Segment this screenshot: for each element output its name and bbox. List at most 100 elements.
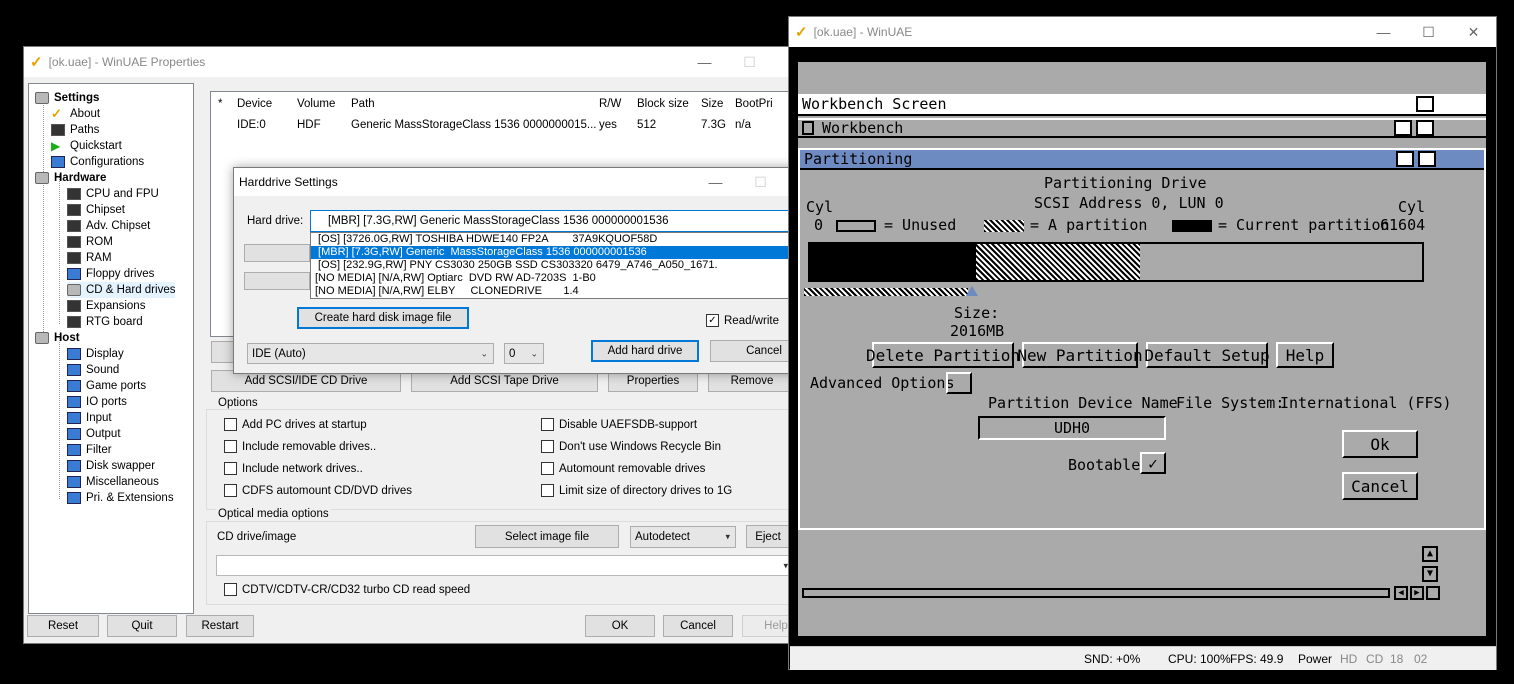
bootable-checkbox[interactable]: ✓ — [1140, 452, 1166, 474]
default-setup-button[interactable]: Default Setup — [1144, 342, 1270, 368]
cd-image-path[interactable]: ▾ — [216, 555, 794, 576]
table-cell[interactable]: Generic MassStorageClass 1536 0000000015… — [351, 119, 597, 131]
part-zoom-gadget[interactable] — [1396, 151, 1414, 167]
option-checkbox-left[interactable]: CDFS automount CD/DVD drives — [224, 484, 412, 497]
hard-drive-dropdown[interactable]: [OS] [3726.0G,RW] TOSHIBA HDWE140 FP2A 3… — [310, 232, 818, 299]
tree-item-paths[interactable]: Paths — [51, 122, 99, 138]
partition-bar[interactable] — [808, 242, 1424, 282]
tree-item-game-ports[interactable]: Game ports — [67, 378, 146, 394]
tree-item-rom[interactable]: ROM — [67, 234, 113, 250]
amiga-cancel-button[interactable]: Cancel — [1342, 472, 1418, 500]
reset-button[interactable]: Reset — [27, 615, 99, 637]
tree-item-floppy-drives[interactable]: Floppy drives — [67, 266, 154, 282]
table-cell[interactable]: 512 — [637, 119, 656, 131]
tree-item-io-ports[interactable]: IO ports — [67, 394, 127, 410]
amiga-ok-button[interactable]: Ok — [1342, 430, 1418, 458]
hard-drive-option[interactable]: [NO MEDIA] [N/A,RW] ELBY CLONEDRIVE 1.4 — [311, 285, 817, 298]
column-header[interactable]: BootPri — [735, 98, 773, 110]
option-checkbox-left[interactable]: Add PC drives at startup — [224, 418, 367, 431]
option-checkbox-left[interactable]: Include network drives.. — [224, 462, 363, 475]
part-depth-gadget[interactable] — [1418, 151, 1436, 167]
winuae-maximize-button[interactable]: ☐ — [1406, 17, 1451, 47]
new-partition-button[interactable]: New Partition — [1017, 342, 1143, 368]
tree-item-output[interactable]: Output — [67, 426, 121, 442]
ok-button[interactable]: OK — [585, 615, 655, 637]
option-checkbox-left[interactable]: Include removable drives.. — [224, 440, 376, 453]
table-cell[interactable]: IDE:0 — [237, 119, 266, 131]
column-header[interactable]: Size — [701, 98, 723, 110]
delete-partition-button[interactable]: Delete Partition — [866, 342, 1020, 368]
device-name-field[interactable]: UDH0 — [978, 416, 1166, 440]
wb-zoom-gadget[interactable] — [1394, 120, 1412, 136]
tree-item-pri-extensions[interactable]: Pri. & Extensions — [67, 490, 174, 506]
wb-size-gadget-icon[interactable] — [1426, 586, 1440, 600]
minimize-button[interactable]: — — [682, 47, 727, 77]
create-image-button[interactable]: Create hard disk image file — [297, 307, 469, 329]
tree-item-filter[interactable]: Filter — [67, 442, 112, 458]
wb-hscroll[interactable] — [802, 588, 1390, 598]
tree-item-adv-chipset[interactable]: Adv. Chipset — [67, 218, 150, 234]
option-checkbox-right[interactable]: Disable UAEFSDB-support — [541, 418, 697, 431]
option-checkbox-right[interactable]: Automount removable drives — [541, 462, 705, 475]
tree-item-display[interactable]: Display — [67, 346, 124, 362]
tree-item-rtg-board[interactable]: RTG board — [67, 314, 143, 330]
tree-item-expansions[interactable]: Expansions — [67, 298, 145, 314]
close-gadget-icon[interactable] — [802, 121, 814, 135]
tree-item-cpu-and-fpu[interactable]: CPU and FPU — [67, 186, 159, 202]
read-write-checkbox[interactable]: ✓ Read/write — [706, 314, 779, 327]
wb-scroll-left-icon[interactable]: ◀ — [1394, 586, 1408, 600]
select-image-button[interactable]: Select image file — [475, 525, 619, 548]
column-header[interactable]: Device — [237, 98, 272, 110]
tree-item-disk-swapper[interactable]: Disk swapper — [67, 458, 155, 474]
tree-item-about[interactable]: ✓ About — [51, 106, 100, 122]
hard-drive-option[interactable]: [OS] [232.9G,RW] PNY CS3030 250GB SSD CS… — [311, 259, 817, 272]
column-header[interactable]: Block size — [637, 98, 689, 110]
hard-drive-option[interactable]: [MBR] [7.3G,RW] Generic MassStorageClass… — [311, 246, 817, 259]
column-header[interactable]: R/W — [599, 98, 621, 110]
hard-drive-select[interactable]: [MBR] [7.3G,RW] Generic MassStorageClass… — [310, 210, 818, 232]
tree-item-chipset[interactable]: Chipset — [67, 202, 125, 218]
cancel-button[interactable]: Cancel — [663, 615, 733, 637]
cdtv-speed-checkbox[interactable]: CDTV/CDTV-CR/CD32 turbo CD read speed — [224, 583, 470, 596]
help-button-amiga[interactable]: Help — [1276, 342, 1334, 368]
tree-item-quickstart[interactable]: ▶ Quickstart — [51, 138, 122, 154]
quit-button[interactable]: Quit — [107, 615, 177, 637]
eject-button[interactable]: Eject — [746, 525, 790, 548]
partition-slider-handle-icon[interactable] — [966, 286, 978, 296]
wb-scroll-down-icon[interactable]: ▼ — [1422, 566, 1438, 582]
wb-scroll-up-icon[interactable]: ▲ — [1422, 546, 1438, 562]
column-header[interactable]: Path — [351, 98, 375, 110]
current-partition-block[interactable] — [810, 244, 976, 280]
tree-item-hardware[interactable]: Hardware — [35, 170, 106, 186]
column-header[interactable]: * — [218, 98, 222, 110]
wb-scroll-right-icon[interactable]: ▶ — [1410, 586, 1424, 600]
dialog-minimize-button[interactable]: — — [693, 167, 738, 197]
tree-item-cd-hard-drives[interactable]: CD & Hard drives — [67, 282, 176, 298]
amiga-display[interactable]: Workbench Screen Workbench Partitioning … — [790, 48, 1496, 646]
winuae-minimize-button[interactable]: — — [1361, 17, 1406, 47]
tree-item-sound[interactable]: Sound — [67, 362, 119, 378]
table-cell[interactable]: 7.3G — [701, 119, 726, 131]
hard-drive-option[interactable]: [OS] [3726.0G,RW] TOSHIBA HDWE140 FP2A 3… — [311, 233, 817, 246]
tree-item-host[interactable]: Host — [35, 330, 80, 346]
table-cell[interactable]: yes — [599, 119, 617, 131]
tree-item-settings[interactable]: Settings — [35, 90, 99, 106]
table-cell[interactable]: HDF — [297, 119, 321, 131]
add-hard-drive-button[interactable]: Add hard drive — [591, 340, 699, 362]
unit-select[interactable]: 0 ⌄ — [504, 343, 544, 364]
tree-item-input[interactable]: Input — [67, 410, 112, 426]
tree-item-miscellaneous[interactable]: Miscellaneous — [67, 474, 159, 490]
tree-item-configurations[interactable]: Configurations — [51, 154, 144, 170]
column-header[interactable]: Volume — [297, 98, 335, 110]
option-checkbox-right[interactable]: Don't use Windows Recycle Bin — [541, 440, 721, 453]
screen-depth-gadget[interactable] — [1416, 96, 1434, 112]
wb-depth-gadget[interactable] — [1416, 120, 1434, 136]
autodetect-select[interactable]: Autodetect ▾ — [630, 526, 736, 548]
other-partition-block[interactable] — [976, 244, 1140, 280]
tree-item-ram[interactable]: RAM — [67, 250, 112, 266]
advanced-options-checkbox[interactable] — [946, 372, 972, 394]
workbench-screen[interactable]: Workbench Screen Workbench Partitioning … — [798, 62, 1486, 636]
hard-drive-option[interactable]: [NO MEDIA] [N/A,RW] Optiarc DVD RW AD-72… — [311, 272, 817, 285]
winuae-close-button[interactable]: ✕ — [1451, 17, 1496, 47]
table-cell[interactable]: n/a — [735, 119, 751, 131]
